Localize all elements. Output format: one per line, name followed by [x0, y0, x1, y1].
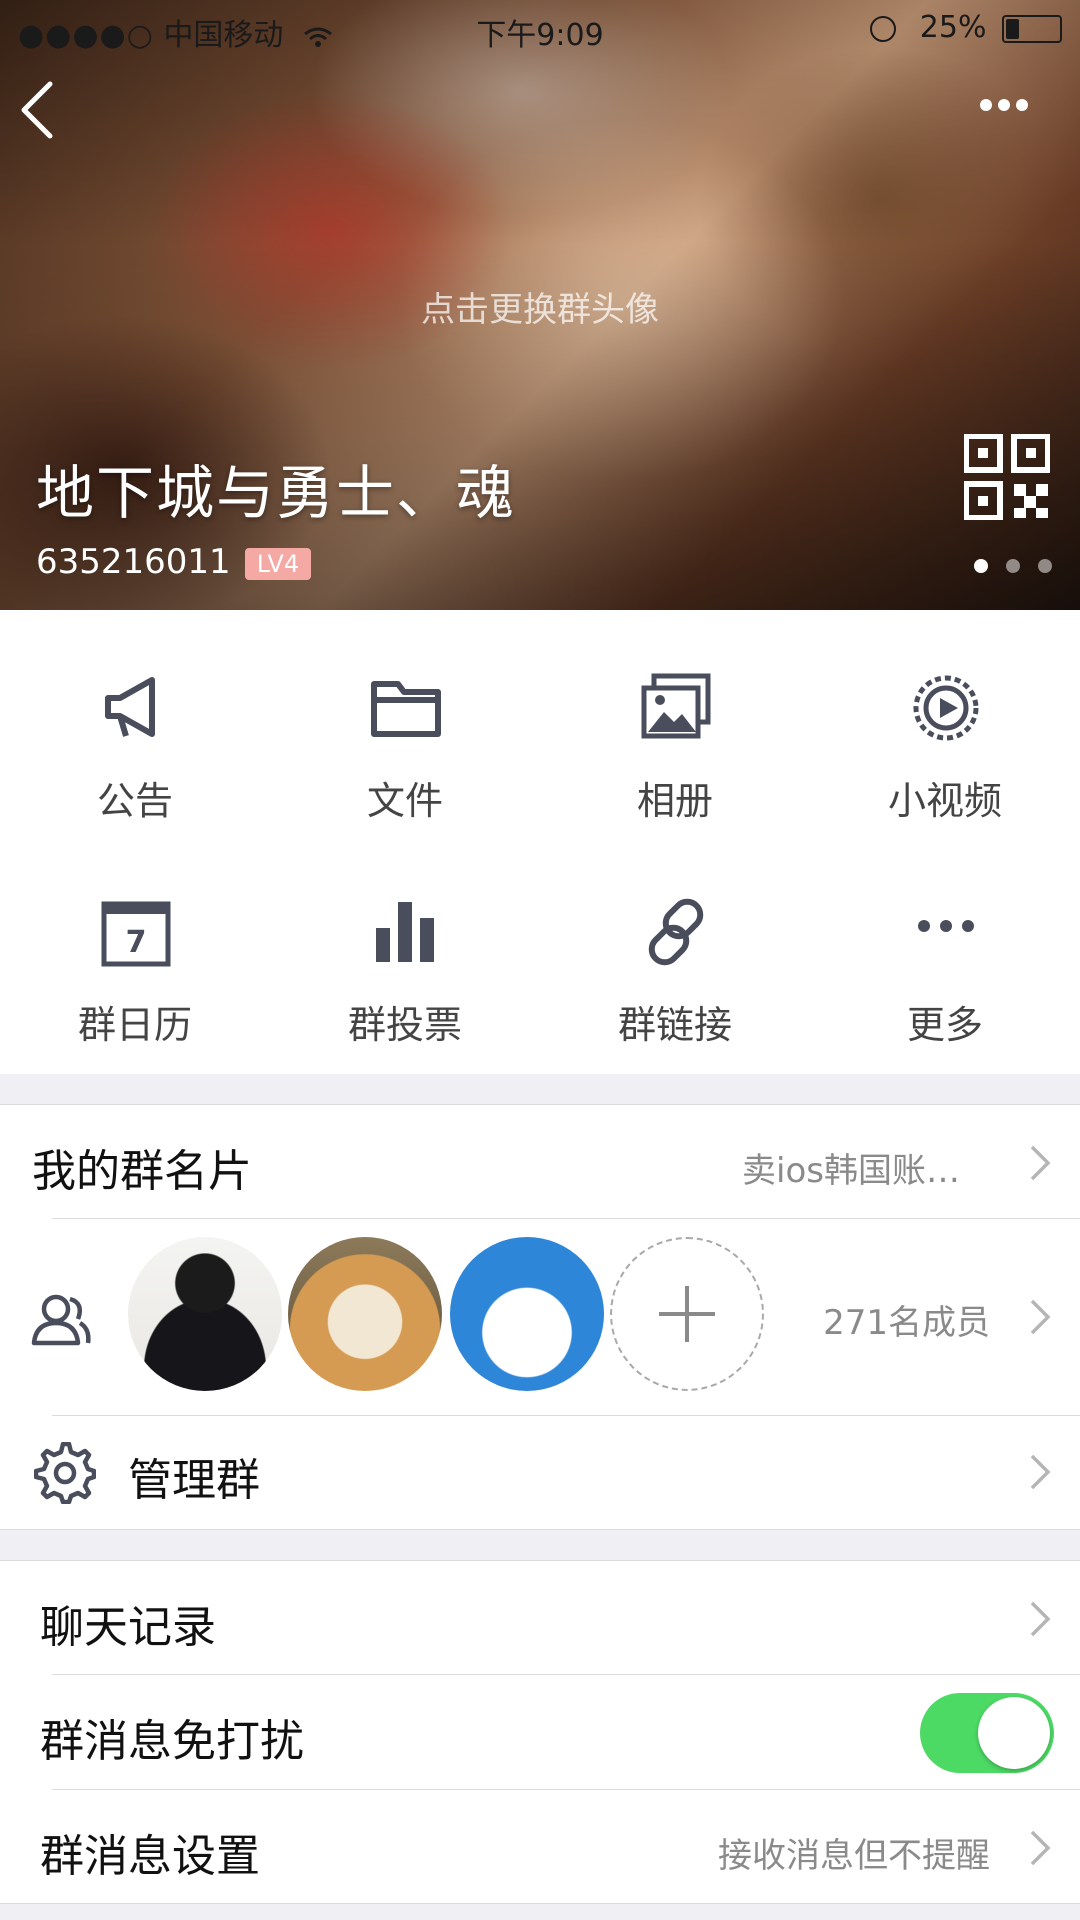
feature-label: 相册 — [636, 779, 713, 823]
status-bar: ●●●●○ 中国移动 下午9:09 25% — [0, 0, 1080, 56]
mute-toggle[interactable] — [920, 1693, 1054, 1773]
back-button[interactable] — [14, 78, 70, 142]
feature-label: 群链接 — [617, 1003, 732, 1047]
feature-label: 群投票 — [347, 1003, 462, 1047]
my-group-card-row[interactable]: 我的群名片 卖ios韩国账… — [0, 1105, 1080, 1219]
qr-code-button[interactable] — [963, 433, 1051, 521]
change-avatar-hint[interactable]: 点击更换群头像 — [0, 282, 1080, 331]
video-icon — [913, 675, 979, 741]
chevron-right-icon — [1030, 1299, 1051, 1335]
battery-info: 25% — [870, 10, 1062, 45]
lock-rotation-icon — [870, 15, 897, 42]
row-title: 聊天记录 — [40, 1602, 216, 1653]
feature-album[interactable]: 相册 — [540, 622, 810, 842]
add-member-button[interactable] — [610, 1237, 764, 1391]
more-horizontal-icon — [980, 96, 1034, 115]
member-avatar[interactable] — [288, 1237, 442, 1391]
more-horizontal-icon — [918, 920, 974, 932]
notification-settings-row[interactable]: 群消息设置 接收消息但不提醒 — [0, 1790, 1080, 1903]
member-avatar[interactable] — [128, 1237, 282, 1391]
feature-label: 小视频 — [887, 779, 1002, 823]
link-icon — [648, 898, 704, 966]
row-title: 群消息免打扰 — [40, 1716, 304, 1767]
cover-page-indicator — [956, 558, 1052, 577]
message-settings-section: 聊天记录 群消息免打扰 群消息设置 接收消息但不提醒 — [0, 1560, 1080, 1904]
battery-fill — [1006, 18, 1019, 39]
feature-files[interactable]: 文件 — [270, 622, 540, 842]
bar-chart-icon — [376, 902, 434, 962]
feature-label: 公告 — [96, 779, 173, 823]
row-value: 接收消息但不提醒 — [718, 1836, 990, 1876]
chat-history-row[interactable]: 聊天记录 — [0, 1561, 1080, 1675]
members-icon — [31, 1294, 91, 1346]
feature-short-video[interactable]: 小视频 — [810, 622, 1080, 842]
chevron-right-icon — [1030, 1830, 1051, 1866]
more-options-button[interactable] — [980, 96, 1040, 120]
feature-announcement[interactable]: 公告 — [0, 622, 270, 842]
svg-text:7: 7 — [126, 925, 147, 960]
gear-icon — [34, 1442, 96, 1504]
toggle-knob — [978, 1697, 1050, 1769]
folder-icon — [371, 681, 441, 737]
battery-icon — [1002, 14, 1062, 43]
chevron-right-icon — [1030, 1601, 1051, 1637]
feature-label: 文件 — [366, 779, 443, 823]
feature-more[interactable]: 更多 — [810, 846, 1080, 1066]
manage-group-row[interactable]: 管理群 — [0, 1416, 1080, 1529]
row-title: 我的群名片 — [32, 1146, 252, 1197]
mute-row: 群消息免打扰 — [0, 1675, 1080, 1789]
feature-calendar[interactable]: 7 群日历 — [0, 846, 270, 1066]
group-info-section: 我的群名片 卖ios韩国账… 271名成员 管理群 — [0, 1104, 1080, 1530]
member-count: 271名成员 — [823, 1303, 990, 1343]
photo-album-icon — [641, 673, 711, 739]
plus-icon — [659, 1286, 715, 1342]
calendar-icon: 7 — [101, 901, 171, 967]
chevron-right-icon — [1030, 1145, 1051, 1181]
chevron-right-icon — [1030, 1454, 1051, 1490]
member-avatar[interactable] — [450, 1237, 604, 1391]
megaphone-icon — [105, 677, 155, 737]
group-header-cover[interactable]: ●●●●○ 中国移动 下午9:09 25% 点击更换群头像 地下城与勇士、魂 6… — [0, 0, 1080, 610]
feature-label: 更多 — [906, 1003, 983, 1047]
feature-grid: 公告 文件 相册 小视频 7 群日历 群投票 群链接 更多 — [0, 610, 1080, 1074]
group-id: 635216011 — [36, 542, 231, 582]
feature-link[interactable]: 群链接 — [540, 846, 810, 1066]
group-id-row: 635216011 LV4 — [36, 542, 312, 582]
row-title: 管理群 — [128, 1455, 260, 1506]
row-value: 卖ios韩国账… — [742, 1151, 960, 1191]
group-name: 地下城与勇士、魂 — [36, 459, 517, 527]
qr-code-icon — [963, 433, 1051, 521]
feature-label: 群日历 — [77, 1003, 192, 1047]
feature-vote[interactable]: 群投票 — [270, 846, 540, 1066]
chevron-left-icon — [21, 81, 53, 139]
level-badge: LV4 — [244, 547, 312, 580]
battery-percent: 25% — [919, 10, 987, 45]
row-title: 群消息设置 — [40, 1831, 260, 1882]
members-row[interactable]: 271名成员 — [0, 1219, 1080, 1415]
